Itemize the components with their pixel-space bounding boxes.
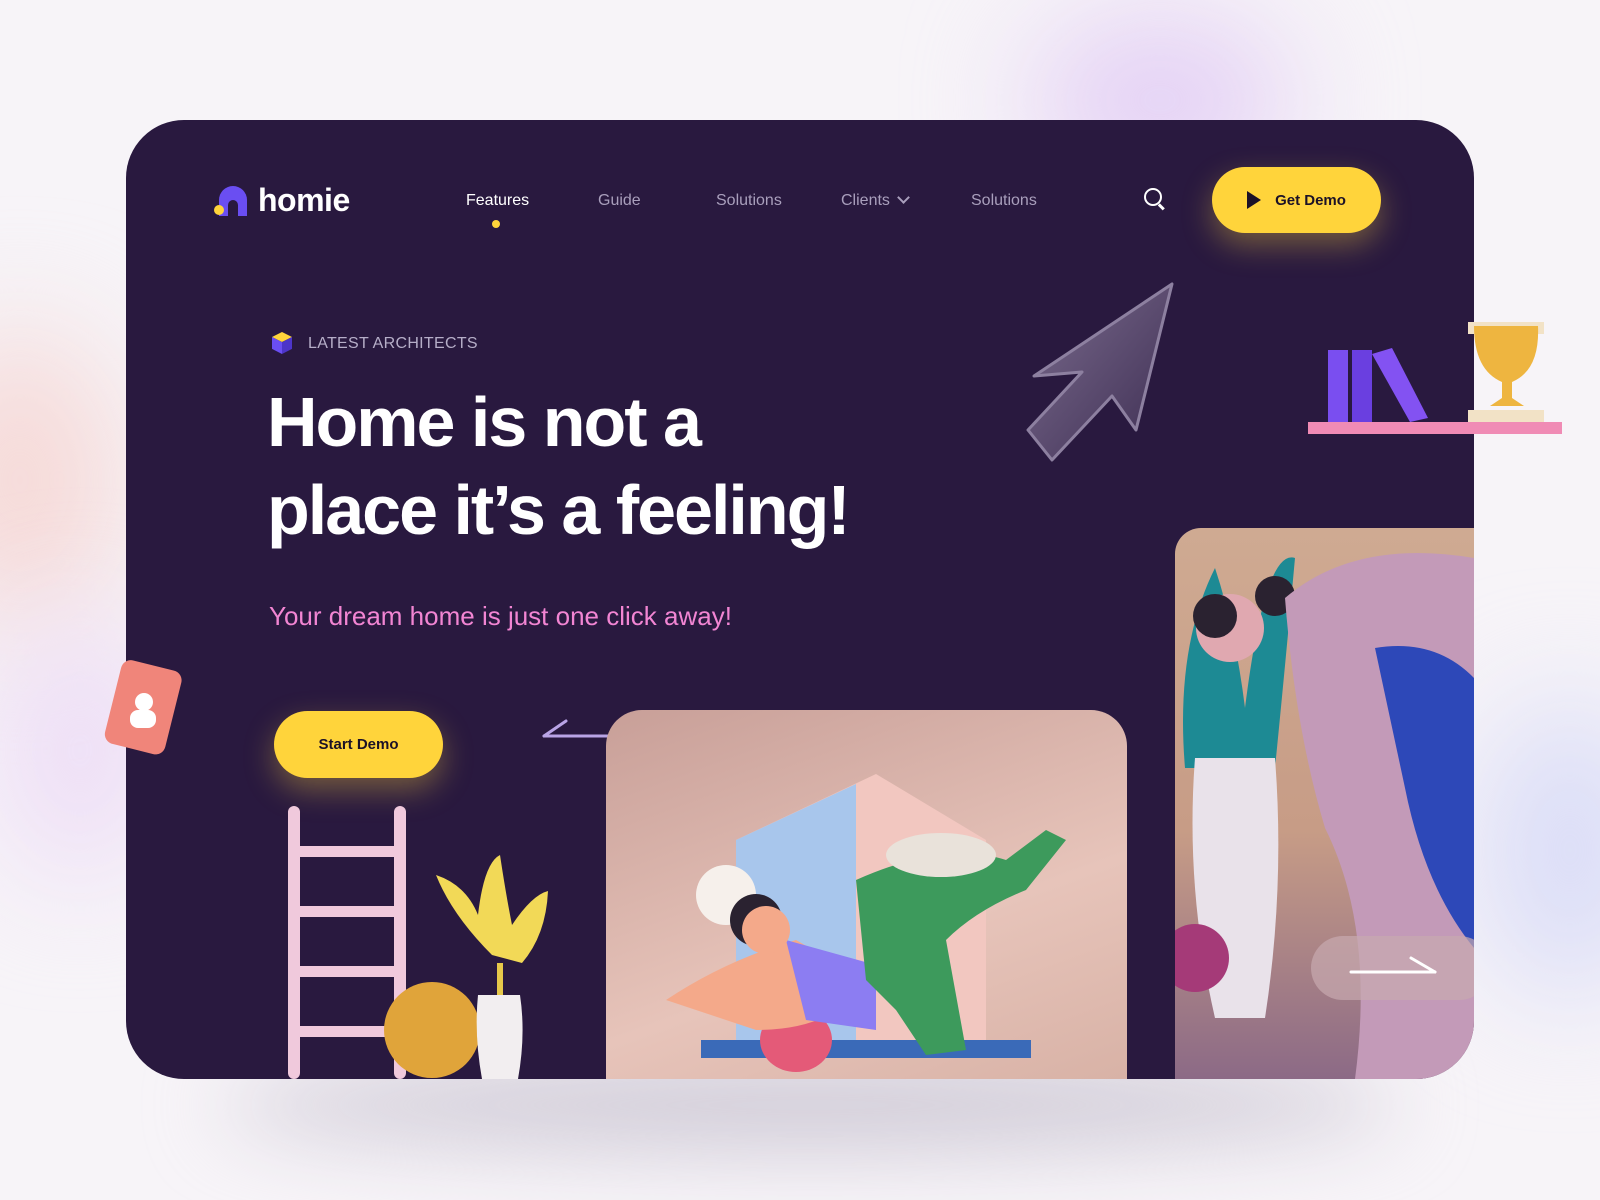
nav-item-features[interactable]: Features	[466, 192, 529, 210]
start-demo-button[interactable]: Start Demo	[274, 711, 443, 778]
background-glow	[0, 330, 120, 630]
plant-decoration	[384, 855, 548, 1079]
get-demo-button[interactable]: Get Demo	[1212, 167, 1381, 233]
cube-icon	[270, 332, 294, 356]
eyebrow-text: LATEST ARCHITECTS	[308, 335, 478, 352]
search-icon[interactable]	[1144, 188, 1166, 211]
nav-item-clients[interactable]: Clients	[841, 191, 910, 210]
trophy-icon	[1463, 322, 1464, 323]
arrow-right-icon	[1349, 956, 1437, 974]
hero-subtitle: Your dream home is just one click away!	[269, 601, 732, 631]
hero-illustration	[606, 710, 1127, 1079]
bookshelf-decoration	[1308, 322, 1562, 434]
headline-line-2: place it’s a feeling!	[267, 471, 851, 549]
photo-frame-decoration	[104, 660, 182, 755]
eyebrow: LATEST ARCHITECTS	[270, 332, 478, 356]
hero-card: homie Features Guide Solutions Clients S…	[126, 120, 1474, 1079]
nav-item-guide[interactable]: Guide	[598, 192, 641, 210]
headline-line-1: Home is not a	[267, 383, 702, 461]
brand-logo[interactable]: homie	[214, 182, 350, 219]
background-glow	[1480, 700, 1600, 1000]
logo-mark-icon	[214, 185, 248, 216]
play-icon	[1247, 191, 1262, 209]
active-indicator	[492, 220, 500, 228]
get-demo-label: Get Demo	[1275, 191, 1346, 209]
start-demo-label: Start Demo	[318, 736, 399, 753]
nav-item-solutions-2[interactable]: Solutions	[971, 192, 1037, 210]
cursor-icon	[1026, 282, 1174, 462]
next-slide-button[interactable]	[1311, 936, 1474, 1000]
brand-name: homie	[258, 182, 350, 218]
hero-headline: Home is not a place it’s a feeling!	[267, 378, 947, 554]
secondary-illustration	[1175, 528, 1474, 1079]
nav-item-solutions[interactable]: Solutions	[716, 192, 782, 210]
chevron-down-icon	[897, 191, 910, 204]
nav-item-clients-label: Clients	[841, 192, 890, 209]
